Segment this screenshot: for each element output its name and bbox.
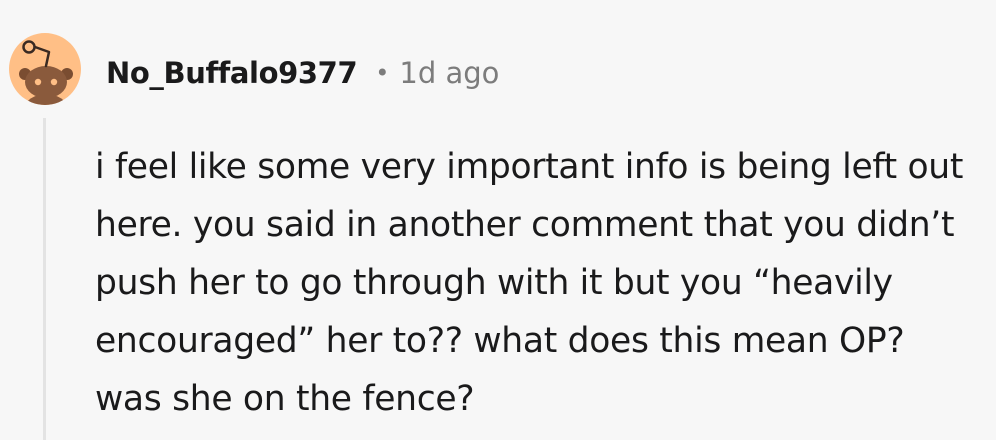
user-avatar[interactable] <box>9 22 81 116</box>
comment-timestamp[interactable]: 1d ago <box>399 56 499 90</box>
comment-body: i feel like some very important info is … <box>95 147 964 419</box>
separator-dot: • <box>375 59 390 87</box>
username-link[interactable]: No_Buffalo9377 <box>106 56 358 90</box>
thread-line[interactable] <box>43 118 46 440</box>
comment-header: No_Buffalo9377 • 1d ago <box>106 50 499 96</box>
snoo-avatar-icon <box>9 33 81 105</box>
